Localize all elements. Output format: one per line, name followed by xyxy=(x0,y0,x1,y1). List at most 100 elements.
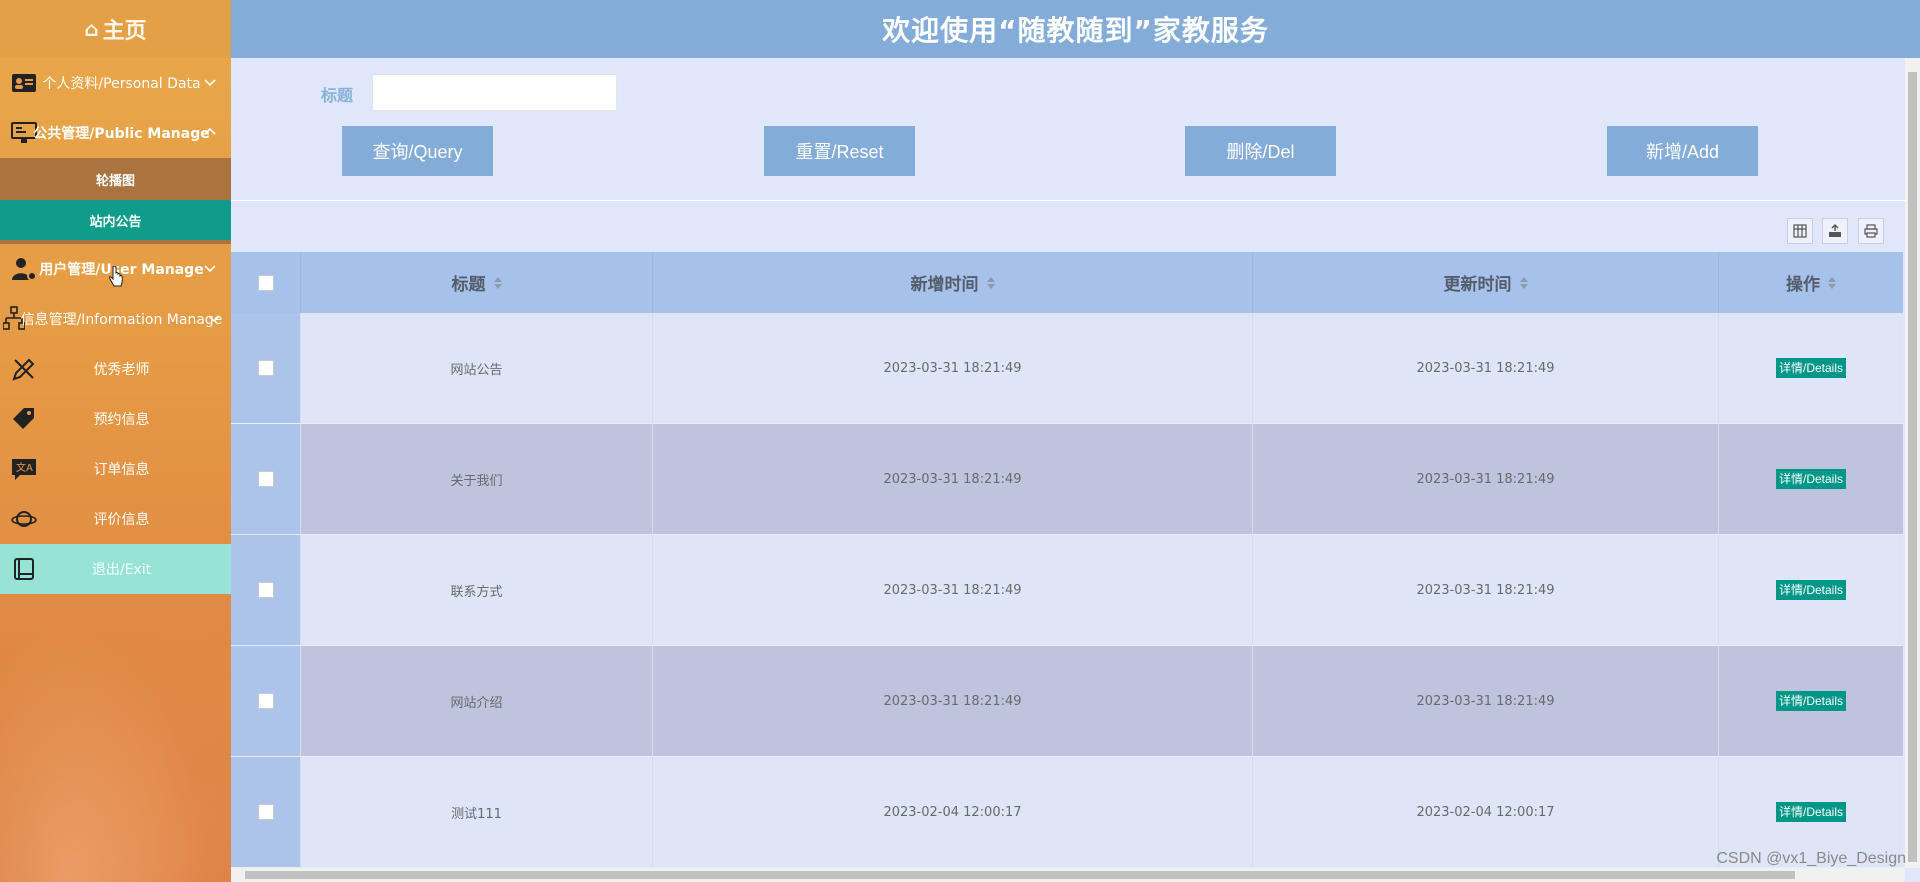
sort-icon[interactable] xyxy=(1828,276,1836,290)
row-select-cell xyxy=(231,535,301,646)
row-checkbox[interactable] xyxy=(257,693,274,709)
col-updated-label: 更新时间 xyxy=(1443,275,1512,295)
data-table: 标题 新增时间 更新时间 操作 网站公告 2023-03-31 18:21:49… xyxy=(231,252,1903,868)
chevron-down-icon xyxy=(204,265,216,273)
menu-exit-label: 退出/Exit xyxy=(91,562,152,578)
vertical-scrollbar[interactable] xyxy=(1905,58,1920,868)
menu-teachers-label: 优秀老师 xyxy=(93,362,150,378)
columns-filter-button[interactable] xyxy=(1787,218,1813,244)
cell-ops: 详情/Details xyxy=(1719,424,1903,535)
chevron-down-icon xyxy=(204,79,216,87)
horizontal-scroll-thumb[interactable] xyxy=(245,871,1795,879)
details-button[interactable]: 详情/Details xyxy=(1775,580,1846,600)
home-icon: ⌂ xyxy=(84,17,99,41)
table-row: 联系方式 2023-03-31 18:21:49 2023-03-31 18:2… xyxy=(231,535,1903,646)
query-button[interactable]: 查询/Query xyxy=(342,126,493,176)
table-toolbar xyxy=(231,202,1905,252)
select-all-cell xyxy=(231,252,301,313)
col-created-label: 新增时间 xyxy=(910,275,979,295)
cell-ops: 详情/Details xyxy=(1719,313,1903,424)
print-button[interactable] xyxy=(1858,218,1884,244)
cell-title: 网站公告 xyxy=(301,313,653,424)
menu-appointments-label: 预约信息 xyxy=(93,412,150,428)
cell-updated: 2023-03-31 18:21:49 xyxy=(1253,646,1719,757)
submenu-site-notice[interactable]: 站内公告 xyxy=(0,200,231,240)
menu-orders[interactable]: 文A 订单信息 xyxy=(0,444,231,494)
columns-icon xyxy=(1793,224,1807,238)
cell-created: 2023-03-31 18:21:49 xyxy=(653,313,1253,424)
search-panel: 标题 查询/Query 重置/Reset 删除/Del 新增/Add xyxy=(231,58,1905,201)
chevron-down-icon xyxy=(208,315,220,323)
search-title-input[interactable] xyxy=(372,74,617,111)
col-header-updated[interactable]: 更新时间 xyxy=(1253,252,1719,313)
delete-button[interactable]: 删除/Del xyxy=(1185,126,1336,176)
cell-title: 测试111 xyxy=(301,757,653,868)
sort-icon[interactable] xyxy=(493,276,502,290)
cell-ops: 详情/Details xyxy=(1719,646,1903,757)
horizontal-scrollbar[interactable] xyxy=(231,868,1905,882)
row-select-cell xyxy=(231,313,301,424)
row-select-cell xyxy=(231,757,301,868)
vertical-scroll-thumb[interactable] xyxy=(1908,72,1917,862)
reset-button[interactable]: 重置/Reset xyxy=(764,126,915,176)
cell-title: 关于我们 xyxy=(301,424,653,535)
header: 欢迎使用“随教随到”家教服务 xyxy=(231,0,1920,58)
menu-reviews-label: 评价信息 xyxy=(93,512,150,528)
menu-information-manage[interactable]: 信息管理/Information Manage xyxy=(0,294,231,344)
cell-updated: 2023-03-31 18:21:49 xyxy=(1253,313,1719,424)
cell-updated: 2023-03-31 18:21:49 xyxy=(1253,424,1719,535)
table-row: 关于我们 2023-03-31 18:21:49 2023-03-31 18:2… xyxy=(231,424,1903,535)
select-all-checkbox[interactable] xyxy=(257,274,274,291)
col-header-title[interactable]: 标题 xyxy=(301,252,653,313)
export-button[interactable] xyxy=(1822,218,1848,244)
table-row: 网站介绍 2023-03-31 18:21:49 2023-03-31 18:2… xyxy=(231,646,1903,757)
sort-icon[interactable] xyxy=(1519,276,1528,290)
menu-public-manage[interactable]: 公共管理/Public Manage xyxy=(0,108,231,158)
page-title: 欢迎使用“随教随到”家教服务 xyxy=(882,14,1269,47)
cell-created: 2023-02-04 12:00:17 xyxy=(653,757,1253,868)
row-select-cell xyxy=(231,424,301,535)
details-button[interactable]: 详情/Details xyxy=(1775,469,1846,489)
menu-reviews[interactable]: 评价信息 xyxy=(0,494,231,544)
menu-personal-label: 个人资料/Personal Data xyxy=(42,76,201,92)
details-button[interactable]: 详情/Details xyxy=(1775,802,1846,822)
cell-created: 2023-03-31 18:21:49 xyxy=(653,424,1253,535)
table-header: 标题 新增时间 更新时间 操作 xyxy=(231,252,1903,313)
table-row: 测试111 2023-02-04 12:00:17 2023-02-04 12:… xyxy=(231,757,1903,868)
mouse-cursor-icon xyxy=(109,266,123,287)
menu-exit[interactable]: 退出/Exit xyxy=(0,544,231,594)
search-title-label: 标题 xyxy=(321,86,354,105)
col-header-ops: 操作 xyxy=(1719,252,1903,313)
table-row: 网站公告 2023-03-31 18:21:49 2023-03-31 18:2… xyxy=(231,313,1903,424)
menu-personal-data[interactable]: 个人资料/Personal Data xyxy=(0,58,231,108)
sort-icon[interactable] xyxy=(986,276,995,290)
submenu-notice-label: 站内公告 xyxy=(89,214,142,230)
menu-appointments[interactable]: 预约信息 xyxy=(0,394,231,444)
watermark: CSDN @vx1_Biye_Design xyxy=(1716,850,1906,867)
cell-created: 2023-03-31 18:21:49 xyxy=(653,646,1253,757)
menu-public-label: 公共管理/Public Manage xyxy=(33,126,210,142)
cell-updated: 2023-03-31 18:21:49 xyxy=(1253,535,1719,646)
print-icon xyxy=(1864,224,1878,238)
add-button[interactable]: 新增/Add xyxy=(1607,126,1758,176)
details-button[interactable]: 详情/Details xyxy=(1775,691,1846,711)
sidebar: ⌂ 主页 个人资料/Personal Data 公共管理/Public Mana… xyxy=(0,0,231,882)
cell-title: 联系方式 xyxy=(301,535,653,646)
submenu-carousel[interactable]: 轮播图 xyxy=(0,158,231,200)
cell-title: 网站介绍 xyxy=(301,646,653,757)
home-link[interactable]: ⌂ 主页 xyxy=(0,0,231,58)
row-checkbox[interactable] xyxy=(257,804,274,820)
col-ops-label: 操作 xyxy=(1786,275,1820,295)
row-select-cell xyxy=(231,646,301,757)
col-header-created[interactable]: 新增时间 xyxy=(653,252,1253,313)
row-checkbox[interactable] xyxy=(257,582,274,598)
cell-created: 2023-03-31 18:21:49 xyxy=(653,535,1253,646)
menu-excellent-teachers[interactable]: 优秀老师 xyxy=(0,344,231,394)
cell-updated: 2023-02-04 12:00:17 xyxy=(1253,757,1719,868)
menu-info-label: 信息管理/Information Manage xyxy=(20,312,223,328)
details-button[interactable]: 详情/Details xyxy=(1775,358,1846,378)
menu-orders-label: 订单信息 xyxy=(93,462,150,478)
chevron-up-icon xyxy=(204,127,216,135)
row-checkbox[interactable] xyxy=(257,471,274,487)
row-checkbox[interactable] xyxy=(257,360,274,376)
